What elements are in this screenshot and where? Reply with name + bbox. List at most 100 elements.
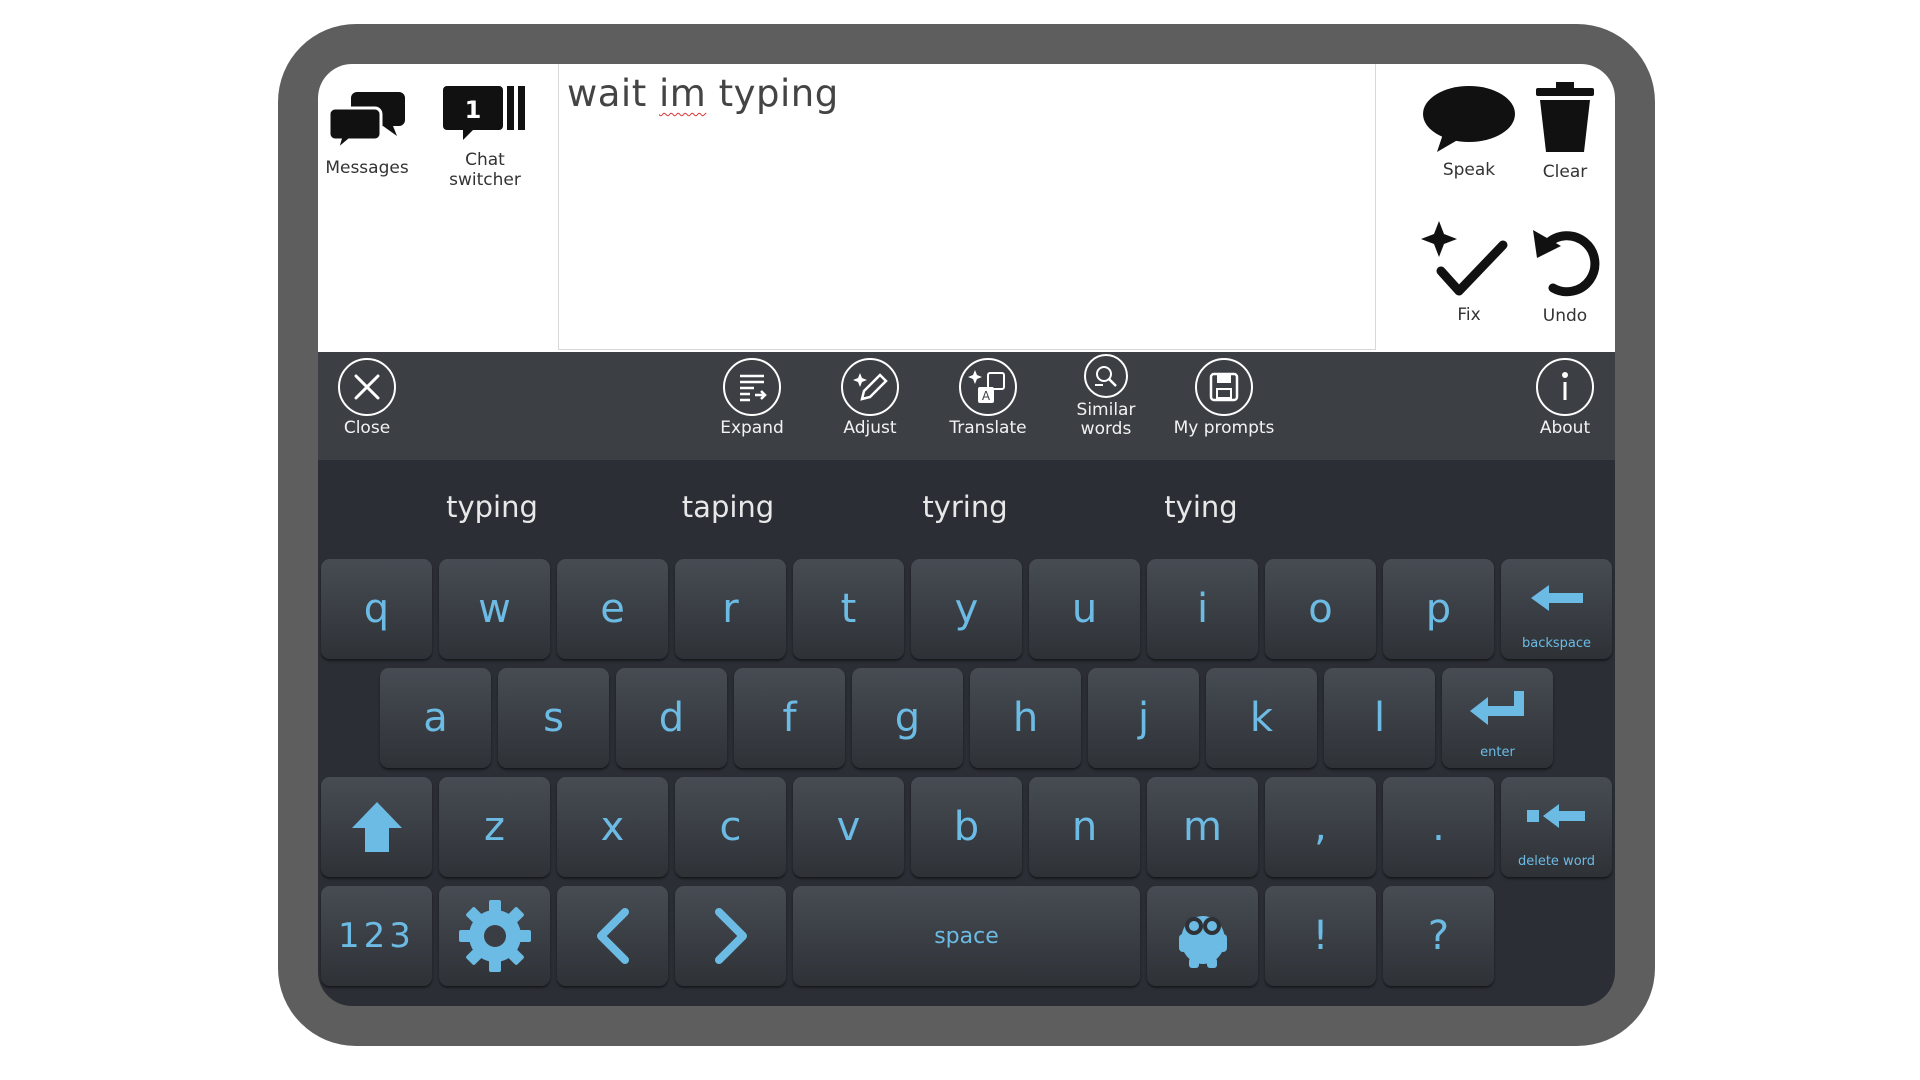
app-screen: Messages 1 Chat switcher wait im typing … <box>318 64 1615 1006</box>
key-e[interactable]: e <box>557 559 668 659</box>
key-w[interactable]: w <box>439 559 550 659</box>
translate-icon: A <box>959 358 1017 416</box>
misspelled-word[interactable]: im <box>659 72 706 115</box>
fix-label: Fix <box>1457 305 1481 325</box>
question-key[interactable]: ? <box>1383 886 1494 986</box>
message-text-area[interactable]: wait im typing <box>558 64 1376 350</box>
typed-text-after: typing <box>706 72 839 115</box>
word-suggestions-bar: typing taping tyring tying <box>318 460 1615 556</box>
close-label: Close <box>343 418 391 438</box>
cursor-right-key[interactable] <box>675 886 786 986</box>
adjust-button[interactable]: Adjust <box>811 358 929 438</box>
key-s[interactable]: s <box>498 668 609 768</box>
undo-button[interactable]: Undo <box>1506 224 1615 326</box>
key-b[interactable]: b <box>911 777 1022 877</box>
key-x[interactable]: x <box>557 777 668 877</box>
chat-switcher-label: Chat switcher <box>449 150 521 190</box>
key-u[interactable]: u <box>1029 559 1140 659</box>
key-g[interactable]: g <box>852 668 963 768</box>
adjust-label: Adjust <box>843 418 897 438</box>
about-button[interactable]: About <box>1506 358 1615 438</box>
tablet-frame: Messages 1 Chat switcher wait im typing … <box>278 24 1655 1046</box>
enter-label: enter <box>1480 745 1515 760</box>
chat-switcher-button[interactable]: 1 Chat switcher <box>426 84 544 190</box>
info-icon <box>1536 358 1594 416</box>
expand-button[interactable]: Expand <box>693 358 811 438</box>
shift-arrow-icon <box>351 802 402 852</box>
clear-label: Clear <box>1542 162 1588 182</box>
delete-word-icon <box>1526 804 1585 828</box>
key-j[interactable]: j <box>1088 668 1199 768</box>
key-m[interactable]: m <box>1147 777 1258 877</box>
key-c[interactable]: c <box>675 777 786 877</box>
numbers-key[interactable]: 123 <box>321 886 432 986</box>
my-prompts-label: My prompts <box>1173 418 1275 438</box>
chat-switcher-icon: 1 <box>443 86 525 140</box>
speak-label: Speak <box>1442 160 1496 180</box>
key-comma[interactable]: , <box>1265 777 1376 877</box>
chevron-left-icon <box>596 908 629 964</box>
delete-word-key[interactable]: delete word <box>1501 777 1612 877</box>
similar-words-button[interactable]: Similar words <box>1047 354 1165 439</box>
about-label: About <box>1539 418 1591 438</box>
cursor-left-key[interactable] <box>557 886 668 986</box>
messages-icon <box>327 92 405 152</box>
messages-button[interactable]: Messages <box>318 88 426 178</box>
key-period[interactable]: . <box>1383 777 1494 877</box>
close-button[interactable]: Close <box>318 358 426 438</box>
similar-words-label: Similar words <box>1076 400 1136 439</box>
mascot-key[interactable] <box>1147 886 1258 986</box>
robot-mascot-icon <box>1178 916 1227 968</box>
my-prompts-button[interactable]: My prompts <box>1165 358 1283 438</box>
space-key[interactable]: space <box>793 886 1140 986</box>
key-v[interactable]: v <box>793 777 904 877</box>
key-k[interactable]: k <box>1206 668 1317 768</box>
key-a[interactable]: a <box>380 668 491 768</box>
suggestion-item[interactable]: tying <box>1111 490 1291 524</box>
translate-button[interactable]: A Translate <box>929 358 1047 438</box>
key-q[interactable]: q <box>321 559 432 659</box>
key-f[interactable]: f <box>734 668 845 768</box>
messages-label: Messages <box>325 158 409 178</box>
shift-key[interactable] <box>321 777 432 877</box>
gear-icon <box>458 900 531 972</box>
key-l[interactable]: l <box>1324 668 1435 768</box>
pencil-sparkle-icon <box>841 358 899 416</box>
suggestion-item[interactable]: typing <box>402 490 582 524</box>
key-y[interactable]: y <box>911 559 1022 659</box>
expand-icon <box>723 358 781 416</box>
key-i[interactable]: i <box>1147 559 1258 659</box>
exclamation-key[interactable]: ! <box>1265 886 1376 986</box>
delete-word-label: delete word <box>1517 854 1596 869</box>
suggestion-item[interactable]: tyring <box>875 490 1055 524</box>
chevron-right-icon <box>714 908 747 964</box>
similar-words-icon <box>1084 354 1128 398</box>
typed-text-before: wait <box>567 72 659 115</box>
key-n[interactable]: n <box>1029 777 1140 877</box>
svg-text:A: A <box>982 389 991 403</box>
backspace-key[interactable]: backspace <box>1501 559 1612 659</box>
undo-icon <box>1533 230 1600 297</box>
key-z[interactable]: z <box>439 777 550 877</box>
on-screen-keyboard: q w e r t y u i o p backspace a s d f g … <box>318 556 1615 1006</box>
suggestion-item[interactable]: taping <box>638 490 818 524</box>
key-r[interactable]: r <box>675 559 786 659</box>
key-d[interactable]: d <box>616 668 727 768</box>
key-o[interactable]: o <box>1265 559 1376 659</box>
settings-key[interactable] <box>439 886 550 986</box>
ai-toolbar: Close Expand Adjust A Translate Similar … <box>318 352 1615 460</box>
expand-label: Expand <box>720 418 784 438</box>
chat-count: 1 <box>465 96 482 124</box>
translate-label: Translate <box>949 418 1027 438</box>
undo-label: Undo <box>1542 306 1588 326</box>
backspace-label: backspace <box>1521 636 1592 651</box>
key-t[interactable]: t <box>793 559 904 659</box>
enter-arrow-icon <box>1469 691 1524 725</box>
key-p[interactable]: p <box>1383 559 1494 659</box>
clear-button[interactable]: Clear <box>1506 80 1615 182</box>
trash-icon <box>1536 82 1594 152</box>
key-h[interactable]: h <box>970 668 1081 768</box>
close-icon <box>338 358 396 416</box>
enter-key[interactable]: enter <box>1442 668 1553 768</box>
speech-bubble-icon <box>1423 86 1515 152</box>
